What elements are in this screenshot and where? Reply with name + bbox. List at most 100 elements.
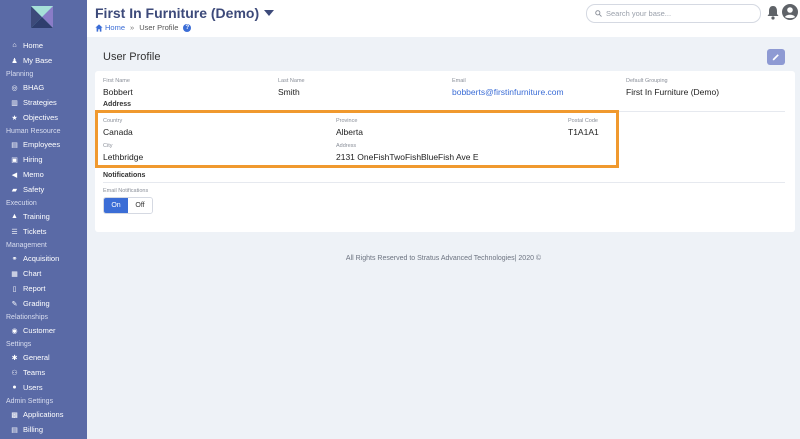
comment-icon: ◉ [11, 327, 18, 335]
address-section-title: Address [103, 101, 132, 108]
sidebar-item-label: Chart [23, 269, 42, 278]
home-icon: ⌂ [12, 42, 17, 49]
user-avatar-icon[interactable] [782, 4, 798, 20]
notifications-on-button[interactable]: On [104, 198, 128, 213]
base-switcher[interactable]: First In Furniture (Demo) [95, 5, 275, 21]
megaphone-icon: ◀ [11, 171, 18, 179]
sidebar-item-label: Memo [23, 170, 44, 179]
sidebar-item-strategies[interactable]: ▥ Strategies [0, 95, 87, 110]
invoice-icon: ▤ [11, 426, 18, 434]
sidebar-item-teams[interactable]: ⚇ Teams [0, 365, 87, 380]
email-notifications-toggle: On Off [103, 197, 153, 214]
sidebar-item-label: Training [23, 212, 50, 221]
sidebar-item-training[interactable]: ▲ Training [0, 209, 87, 224]
sidebar-item-label: Report [23, 284, 46, 293]
last-name-value: Smith [278, 87, 300, 97]
notifications-off-button[interactable]: Off [128, 198, 152, 213]
sidebar-item-label: Safety [23, 185, 45, 194]
sidebar-item-label: Billing [23, 425, 44, 434]
sidebar-item-report[interactable]: ▯ Report [0, 281, 87, 296]
sidebar-item-users[interactable]: ● Users [0, 380, 87, 395]
sidebar-item-label: General [23, 353, 50, 362]
help-icon[interactable]: ? [183, 23, 192, 32]
breadcrumb: Home » User Profile ? [95, 23, 192, 32]
id-card-icon: ▤ [11, 141, 18, 149]
sidebar-section-label: Admin Settings [6, 398, 54, 405]
sidebar-item-memo[interactable]: ◀ Memo [0, 167, 87, 182]
chart-bars-icon: ▥ [11, 99, 18, 107]
search-input[interactable] [606, 9, 756, 18]
sidebar-item-billing[interactable]: ▤ Billing [0, 422, 87, 437]
sidebar-item-my-base[interactable]: ♟ My Base [0, 53, 87, 68]
sidebar-item-label: Grading [23, 299, 50, 308]
notifications-section-title: Notifications [103, 172, 146, 179]
sidebar-item-acquisition[interactable]: ⚭ Acquisition [0, 251, 87, 266]
sidebar-item-home[interactable]: ⌂ Home [0, 38, 87, 53]
sidebar-section-label: Relationships [6, 314, 49, 321]
email-label: Email [452, 78, 466, 84]
breadcrumb-separator: » [130, 23, 135, 32]
sidebar-item-grading[interactable]: ✎ Grading [0, 296, 87, 311]
email-link[interactable]: bobberts@firstinfurniture.com [452, 87, 564, 97]
star-icon: ★ [11, 114, 18, 122]
first-name-label: First Name [103, 78, 130, 84]
sidebar-item-label: Objectives [23, 113, 59, 122]
file-icon: ▯ [12, 285, 17, 293]
search-icon [595, 10, 602, 17]
sidebar-section-label: Planning [6, 71, 34, 78]
app-icon: ▩ [11, 411, 18, 419]
sidebar-item-general[interactable]: ✱ General [0, 350, 87, 365]
sidebar-item-label: Teams [23, 368, 46, 377]
users-icon: ⚇ [11, 369, 18, 377]
sidebar-item-objectives[interactable]: ★ Objectives [0, 110, 87, 125]
logo-icon[interactable] [31, 6, 53, 28]
briefcase-icon: ▣ [11, 156, 18, 164]
sidebar-item-label: Strategies [23, 98, 57, 107]
org-chart-icon: ▦ [11, 270, 18, 278]
sidebar-item-label: BHAG [23, 83, 45, 92]
page-title: User Profile [103, 51, 161, 63]
sidebar-section-label: Management [6, 242, 47, 249]
sidebar-item-chart[interactable]: ▦ Chart [0, 266, 87, 281]
search-box [586, 4, 761, 23]
default-grouping-value: First In Furniture (Demo) [626, 87, 720, 97]
sidebar-item-label: Acquisition [23, 254, 60, 263]
sidebar-section-label: Execution [6, 200, 37, 207]
sidebar-item-customer[interactable]: ◉ Customer [0, 323, 87, 338]
sidebar-section-label: Human Resource [6, 128, 61, 135]
bell-icon[interactable] [766, 5, 780, 20]
gear-icon: ✱ [11, 354, 18, 362]
footer-copyright: All Rights Reserved to Stratus Advanced … [345, 255, 542, 262]
sidebar: ⌂ Home ♟ My Base Planning ◎ BHAG ▥ Strategies ★ Ob… [0, 0, 87, 439]
sidebar-item-label: Home [23, 41, 44, 50]
sidebar-item-bhag[interactable]: ◎ BHAG [0, 80, 87, 95]
car-icon: ▰ [11, 186, 18, 194]
sidebar-item-label: Customer [23, 326, 56, 335]
sidebar-item-tickets[interactable]: ☰ Tickets [0, 224, 87, 239]
email-notifications-label: Email Notifications [103, 188, 149, 194]
edit-profile-button[interactable] [767, 49, 785, 65]
sidebar-section-label: Settings [6, 341, 32, 348]
base-title: First In Furniture (Demo) [95, 5, 260, 21]
sidebar-item-label: Hiring [23, 155, 43, 164]
sidebar-item-employees[interactable]: ▤ Employees [0, 137, 87, 152]
first-name-value: Bobbert [103, 87, 133, 97]
person-icon: ♟ [11, 57, 18, 65]
breadcrumb-home[interactable]: Home [95, 23, 125, 32]
graduation-cap-icon: ▲ [11, 213, 18, 220]
sidebar-item-safety[interactable]: ▰ Safety [0, 182, 87, 197]
home-icon [95, 23, 103, 32]
address-highlight-box [95, 110, 619, 168]
sidebar-item-label: Tickets [23, 227, 47, 236]
handshake-icon: ⚭ [11, 255, 18, 263]
breadcrumb-current: User Profile [139, 23, 179, 32]
last-name-label: Last Name [278, 78, 305, 84]
sidebar-nav: ⌂ Home ♟ My Base Planning ◎ BHAG ▥ Strategies ★ Ob… [0, 38, 87, 437]
sidebar-item-hiring[interactable]: ▣ Hiring [0, 152, 87, 167]
target-icon: ◎ [11, 84, 18, 92]
pencil-icon: ✎ [11, 300, 18, 308]
sidebar-item-applications[interactable]: ▩ Applications [0, 407, 87, 422]
sidebar-item-label: Users [23, 383, 43, 392]
pencil-icon [772, 54, 779, 61]
sidebar-item-label: Employees [23, 140, 61, 149]
